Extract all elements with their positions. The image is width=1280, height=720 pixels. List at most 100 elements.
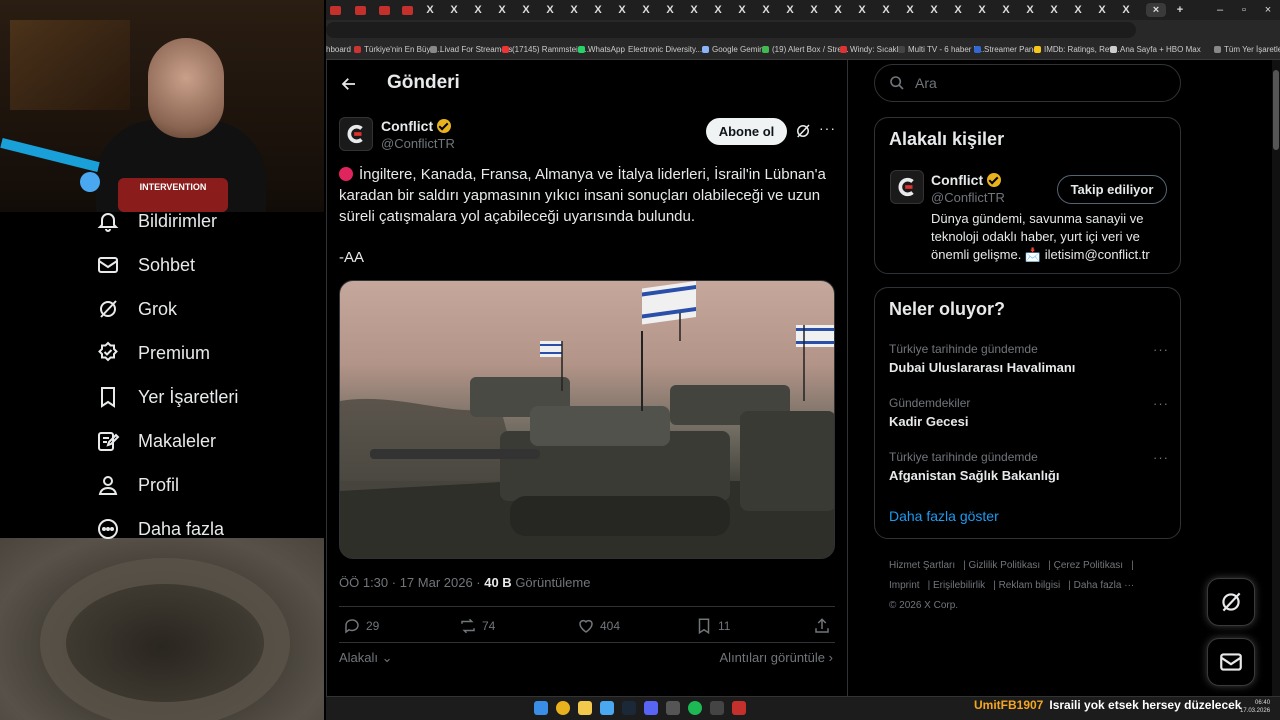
system-clock[interactable]: 06:40 17.03.2026: [1240, 699, 1270, 715]
nav-chat[interactable]: Sohbet: [96, 243, 195, 287]
reply-button[interactable]: 29: [343, 617, 379, 635]
tab-x[interactable]: X: [660, 3, 680, 17]
tab-x[interactable]: X: [732, 3, 752, 17]
maximize-icon[interactable]: ▫: [1234, 3, 1254, 17]
start-icon[interactable]: [534, 701, 548, 715]
tab-x[interactable]: X: [444, 3, 464, 17]
obs-icon[interactable]: [732, 701, 746, 715]
tab-x[interactable]: X: [924, 3, 944, 17]
tab-x[interactable]: X: [516, 3, 536, 17]
author-handle[interactable]: @ConflictTR: [381, 136, 455, 151]
tab-x[interactable]: X: [612, 3, 632, 17]
footer-link[interactable]: Reklam bilgisi: [999, 580, 1061, 591]
new-tab-icon[interactable]: +: [1170, 3, 1190, 17]
bookmark-item[interactable]: Google Gemini: [702, 45, 765, 54]
search-box[interactable]: Ara: [874, 64, 1181, 102]
trend-item[interactable]: Türkiye tarihinde gündemde Dubai Uluslar…: [889, 342, 1169, 375]
footer-link[interactable]: Imprint: [889, 580, 920, 591]
bookmark-item[interactable]: hboard: [326, 45, 351, 54]
back-arrow-icon[interactable]: [337, 72, 361, 96]
trend-more-icon[interactable]: ···: [1153, 396, 1169, 411]
post-image-tanks[interactable]: [339, 280, 835, 559]
tab-x[interactable]: X: [756, 3, 776, 17]
folder-icon[interactable]: [578, 701, 592, 715]
nav-more[interactable]: Daha fazla: [96, 507, 224, 551]
tab-x[interactable]: X: [588, 3, 608, 17]
tab-x[interactable]: X: [492, 3, 512, 17]
more-options-icon[interactable]: ···: [819, 120, 836, 136]
bookmark-item[interactable]: (19) Alert Box / Stre...: [762, 45, 848, 54]
tab-x[interactable]: X: [468, 3, 488, 17]
tab-x[interactable]: X: [564, 3, 584, 17]
author-name[interactable]: Conflict: [381, 118, 452, 134]
discord-icon[interactable]: [644, 701, 658, 715]
grok-explain-icon[interactable]: [794, 122, 812, 140]
tab-x[interactable]: X: [828, 3, 848, 17]
tab-x[interactable]: X: [804, 3, 824, 17]
nav-premium[interactable]: Premium: [96, 331, 210, 375]
following-button[interactable]: Takip ediliyor: [1057, 175, 1167, 204]
post-timestamp[interactable]: ÖÖ 1:30 · 17 Mar 2026 ·: [339, 575, 484, 590]
grok-fab[interactable]: [1207, 578, 1255, 626]
footer-link[interactable]: Daha fazla ···: [1074, 580, 1135, 591]
bookmark-item[interactable]: Windy: Sıcaklık: [840, 45, 905, 54]
spotify-icon[interactable]: [688, 701, 702, 715]
url-field[interactable]: [326, 22, 1136, 38]
bookmark-item[interactable]: Türkiye'nin En Büyü...: [354, 45, 442, 54]
minimize-icon[interactable]: –: [1210, 3, 1230, 17]
tab-x[interactable]: X: [948, 3, 968, 17]
app-icon[interactable]: [600, 701, 614, 715]
tab-youtube[interactable]: [330, 6, 341, 15]
tab-x[interactable]: X: [852, 3, 872, 17]
tab-x[interactable]: X: [708, 3, 728, 17]
all-bookmarks[interactable]: Tüm Yer İşaretleri: [1214, 45, 1280, 54]
bookmark-item[interactable]: IMDb: Ratings, Revi...: [1034, 45, 1122, 54]
like-button[interactable]: 404: [577, 617, 620, 635]
footer-link[interactable]: Hizmet Şartları: [889, 560, 955, 571]
trend-item[interactable]: Türkiye tarihinde gündemde Afganistan Sa…: [889, 450, 1169, 483]
tab-x[interactable]: X: [972, 3, 992, 17]
subscribe-button[interactable]: Abone ol: [706, 118, 787, 145]
share-button[interactable]: [813, 617, 831, 635]
bookmark-item[interactable]: Streamer Panel: [974, 45, 1040, 54]
tab-x[interactable]: X: [996, 3, 1016, 17]
bookmark-item[interactable]: Ana Sayfa + HBO Max: [1110, 45, 1201, 54]
chrome-icon[interactable]: [556, 701, 570, 715]
tab-x[interactable]: X: [1020, 3, 1040, 17]
tab-x[interactable]: X: [684, 3, 704, 17]
nav-grok[interactable]: Grok: [96, 287, 177, 331]
nav-articles[interactable]: Makaleler: [96, 419, 216, 463]
tab-x[interactable]: X: [876, 3, 896, 17]
close-window-icon[interactable]: ×: [1258, 3, 1278, 17]
tab-youtube[interactable]: [379, 6, 390, 15]
tab-x[interactable]: X: [900, 3, 920, 17]
footer-link[interactable]: Gizlilik Politikası: [969, 560, 1041, 571]
bookmark-button[interactable]: 11: [695, 617, 730, 635]
bookmark-item[interactable]: Electronic Diversity...: [628, 45, 702, 54]
related-name[interactable]: Conflict: [931, 172, 1002, 188]
steam-icon[interactable]: [622, 701, 636, 715]
tab-x[interactable]: X: [780, 3, 800, 17]
tab-x[interactable]: X: [1044, 3, 1064, 17]
tab-x[interactable]: X: [420, 3, 440, 17]
nav-profile[interactable]: Profil: [96, 463, 179, 507]
repost-button[interactable]: 74: [459, 617, 495, 635]
epic-icon[interactable]: [666, 701, 680, 715]
related-avatar[interactable]: [890, 170, 924, 204]
show-more-link[interactable]: Daha fazla göster: [889, 508, 999, 524]
tab-x[interactable]: X: [636, 3, 656, 17]
trend-item[interactable]: Gündemdekiler Kadir Gecesi ···: [889, 396, 1169, 429]
tab-x[interactable]: X: [1068, 3, 1088, 17]
related-dropdown[interactable]: Alakalı ⌄: [339, 650, 393, 666]
bookmark-item[interactable]: Multi TV - 6 haber k...: [898, 45, 984, 54]
scrollbar[interactable]: [1272, 60, 1280, 696]
tab-x[interactable]: X: [1092, 3, 1112, 17]
tab-x[interactable]: X: [540, 3, 560, 17]
trend-more-icon[interactable]: ···: [1153, 342, 1169, 357]
footer-link[interactable]: Erişilebilirlik: [933, 580, 985, 591]
tab-youtube[interactable]: [355, 6, 366, 15]
trend-more-icon[interactable]: ···: [1153, 450, 1169, 465]
footer-link[interactable]: Çerez Politikası: [1054, 560, 1123, 571]
tab-youtube[interactable]: [402, 6, 413, 15]
tab-close-icon[interactable]: ×: [1146, 3, 1166, 17]
